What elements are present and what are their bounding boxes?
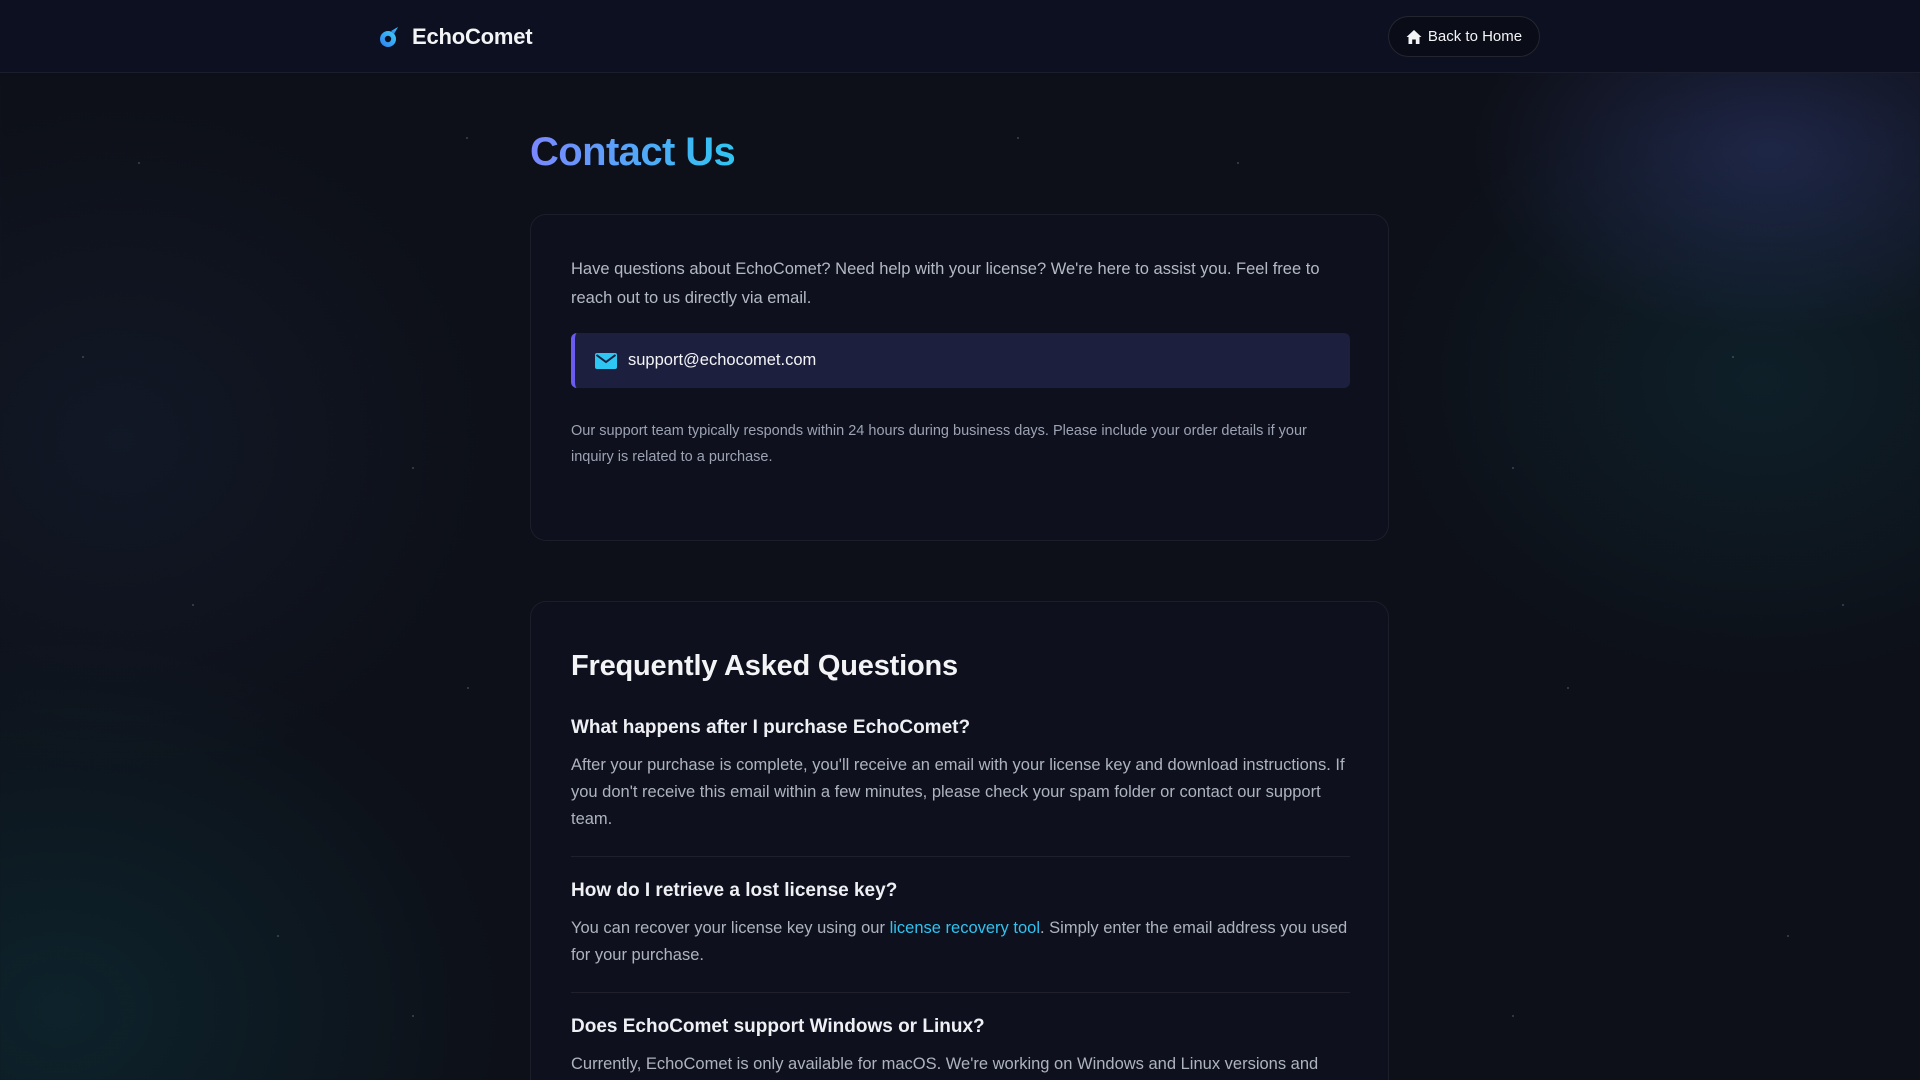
faq-answer: After your purchase is complete, you'll … — [571, 756, 1345, 828]
back-to-home-label: Back to Home — [1427, 28, 1523, 45]
faq-divider — [571, 856, 1350, 857]
faq-answer-text: You can recover your license key using o… — [571, 919, 890, 937]
faq-question: How do I retrieve a lost license key? — [571, 880, 898, 901]
home-icon — [1406, 29, 1422, 45]
faq-divider — [571, 992, 1350, 993]
comet-logo-icon — [379, 26, 401, 48]
brand-logo-link[interactable]: EchoComet — [379, 22, 533, 52]
envelope-icon — [595, 352, 617, 369]
support-email-link[interactable]: support@echocomet.com — [628, 351, 816, 370]
faq-item: Does EchoComet support Windows or Linux?… — [571, 1013, 1350, 1078]
support-email-box[interactable]: support@echocomet.com — [571, 333, 1350, 388]
faq-card: Frequently Asked Questions What happens … — [530, 601, 1389, 1080]
faq-answer: Currently, EchoComet is only available f… — [571, 1055, 1319, 1073]
top-navigation-bar: EchoComet Back to Home — [0, 0, 1920, 73]
faq-answer: You can recover your license key using o… — [571, 915, 1350, 969]
brand-name: EchoComet — [412, 24, 533, 49]
license-recovery-link[interactable]: license recovery tool — [890, 919, 1040, 937]
faq-item: What happens after I purchase EchoComet?… — [571, 714, 1350, 833]
faq-question: Does EchoComet support Windows or Linux? — [571, 1016, 985, 1037]
faq-item: How do I retrieve a lost license key? Yo… — [571, 877, 1350, 969]
faq-title: Frequently Asked Questions — [571, 650, 958, 682]
response-time-note: Our support team typically responds with… — [571, 423, 1307, 465]
contact-card: Have questions about EchoComet? Need hel… — [530, 214, 1389, 541]
faq-question: What happens after I purchase EchoComet? — [571, 717, 971, 738]
page-title: Contact Us — [530, 124, 736, 180]
back-to-home-button[interactable]: Back to Home — [1388, 16, 1540, 57]
contact-intro-text: Have questions about EchoComet? Need hel… — [571, 260, 1320, 307]
